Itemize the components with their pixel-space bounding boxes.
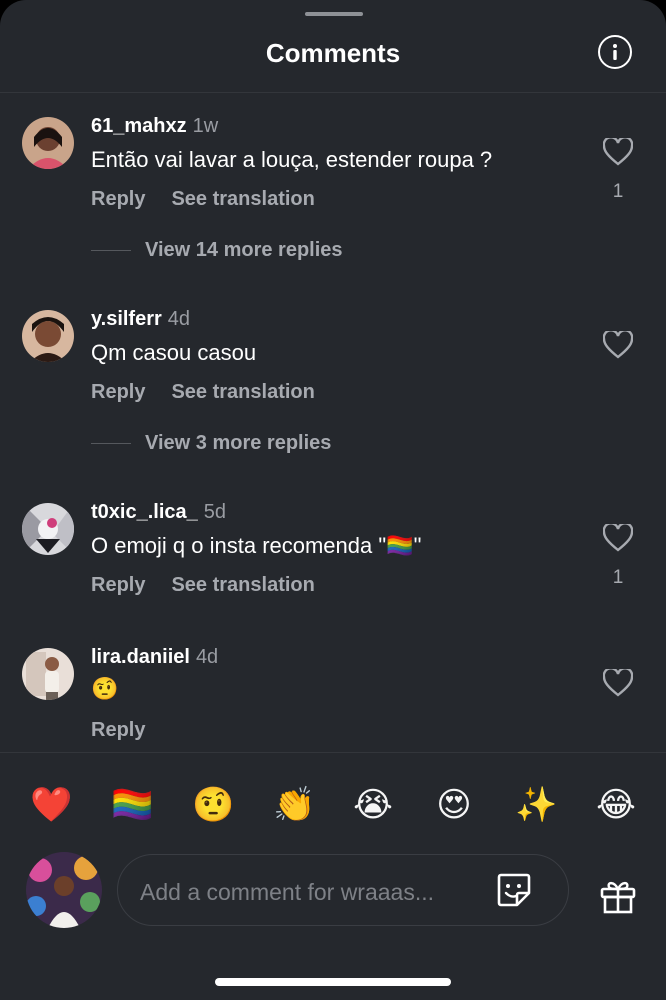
comment-time: 1w: [192, 115, 219, 137]
reply-button[interactable]: Reply: [91, 574, 145, 596]
emoji-clapping[interactable]: 👏: [273, 785, 315, 825]
comment-composer: [0, 852, 666, 932]
heart-icon[interactable]: [603, 669, 633, 697]
comments-sheet: Comments 61_mahxz 1w Então vai lavar a lo…: [0, 0, 666, 1000]
emoji-heart-eyes[interactable]: 😍: [434, 785, 474, 825]
view-more-label: View 3 more replies: [145, 432, 332, 454]
like-count: 1: [612, 181, 624, 202]
home-indicator[interactable]: [215, 978, 451, 986]
header-divider: [0, 92, 666, 93]
reply-button[interactable]: Reply: [91, 188, 145, 210]
avatar[interactable]: [22, 117, 74, 169]
comment-username[interactable]: 61_mahxz: [91, 115, 187, 137]
comment-username-line[interactable]: 61_mahxz 1w: [91, 115, 218, 138]
info-icon[interactable]: [598, 35, 632, 69]
emoji-raised-eyebrow[interactable]: 🤨: [192, 785, 234, 825]
comment-username-line[interactable]: y.silferr 4d: [91, 308, 190, 331]
comment-time: 4d: [167, 308, 191, 330]
comment-text: Qm casou casou: [91, 340, 257, 365]
sticker-icon[interactable]: [495, 871, 533, 909]
emoji-crying[interactable]: 😭: [353, 785, 393, 825]
page-title: Comments: [265, 38, 401, 68]
drag-handle[interactable]: [305, 12, 363, 16]
like-count: 1: [612, 567, 624, 588]
comment-username[interactable]: y.silferr: [91, 308, 162, 330]
view-more-replies-button[interactable]: View 3 more replies: [91, 432, 331, 455]
comment-username-line[interactable]: t0xic_.lica_ 5d: [91, 501, 226, 524]
reply-button[interactable]: Reply: [91, 719, 145, 741]
see-translation-button[interactable]: See translation: [171, 574, 314, 596]
comment-time: 4d: [195, 646, 219, 668]
comment-text: 🤨: [91, 676, 119, 701]
comment-username[interactable]: lira.daniiel: [91, 646, 190, 668]
reply-button[interactable]: Reply: [91, 381, 145, 403]
emoji-heart[interactable]: ❤️: [30, 785, 72, 825]
emoji-quick-bar: ❤️ 🏳️‍🌈 🤨 👏 😭 😍 ✨ 😂: [0, 752, 666, 853]
avatar[interactable]: [22, 648, 74, 700]
view-more-label: View 14 more replies: [145, 239, 343, 261]
comment-text: Então vai lavar a louça, estender roupa …: [91, 147, 493, 172]
see-translation-button[interactable]: See translation: [171, 381, 314, 403]
avatar[interactable]: [22, 503, 74, 555]
comment-time: 5d: [203, 501, 226, 523]
comment-username[interactable]: t0xic_.lica_: [91, 501, 198, 523]
heart-icon[interactable]: [603, 331, 633, 359]
gift-icon[interactable]: [598, 876, 638, 916]
emoji-sparkles[interactable]: ✨: [515, 785, 557, 825]
avatar[interactable]: [22, 310, 74, 362]
comment-username-line[interactable]: lira.daniiel 4d: [91, 646, 218, 669]
comment-input-container: [117, 854, 569, 926]
view-more-replies-button[interactable]: View 14 more replies: [91, 239, 343, 262]
heart-icon[interactable]: [603, 524, 633, 552]
avatar: [26, 852, 102, 928]
comment-input[interactable]: [138, 873, 482, 911]
comment-text: O emoji q o insta recomenda "🏳️‍🌈": [91, 533, 422, 558]
see-translation-button[interactable]: See translation: [171, 188, 314, 210]
emoji-laughing[interactable]: 😂: [596, 785, 636, 825]
emoji-rainbow-flag[interactable]: 🏳️‍🌈: [111, 785, 153, 825]
heart-icon[interactable]: [603, 138, 633, 166]
